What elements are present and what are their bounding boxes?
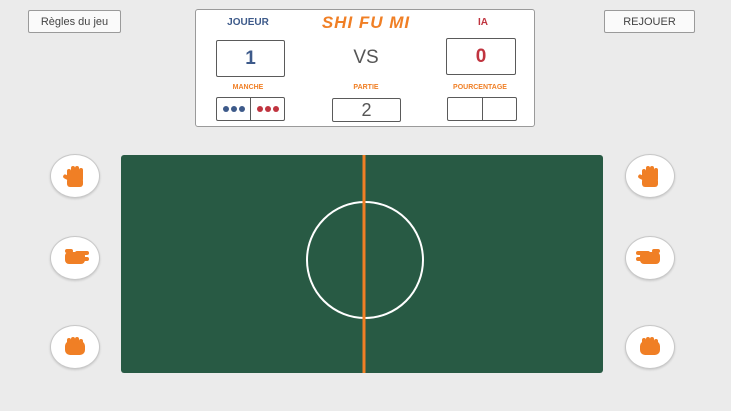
ai-rock-indicator [625, 325, 675, 369]
player-paper-button[interactable] [50, 154, 100, 198]
ai-label: IA [478, 17, 488, 28]
game-label: PARTIE [353, 84, 379, 91]
rock-hand-icon [65, 337, 85, 355]
ai-score: 0 [446, 38, 516, 75]
game-number: 2 [332, 98, 401, 122]
paper-hand-icon [637, 166, 658, 187]
play-field [121, 155, 603, 373]
ai-round-dot [256, 106, 263, 112]
player-label: JOUEUR [227, 17, 269, 28]
percentage-right [483, 98, 517, 120]
ai-round-dot [272, 106, 279, 112]
ai-rounds [251, 98, 284, 120]
round-label: MANCHE [232, 84, 264, 91]
player-score: 1 [216, 40, 285, 77]
player-scissors-button[interactable] [50, 236, 100, 280]
player-rounds [217, 98, 251, 120]
ai-round-dot [264, 106, 271, 112]
percentage-label: POURCENTAGE [453, 84, 507, 91]
ai-scissors-indicator [625, 236, 675, 280]
scissors-hand-icon [65, 249, 89, 264]
paper-hand-icon [62, 166, 83, 187]
percentage-box [447, 97, 517, 121]
player-round-dot [238, 106, 245, 112]
vs-label: VS [353, 47, 379, 68]
percentage-left [448, 98, 483, 120]
round-indicator [216, 97, 285, 121]
player-rock-button[interactable] [50, 325, 100, 369]
player-round-dot [230, 106, 237, 112]
logo-text: SHI FU MI [321, 13, 411, 32]
scoreboard: JOUEUR SHI FU MI IA 1 VS 0 MANCHE PARTIE… [195, 9, 535, 127]
rock-hand-icon [640, 337, 660, 355]
replay-button[interactable]: REJOUER [604, 10, 695, 33]
rules-button[interactable]: Règles du jeu [28, 10, 121, 33]
ai-paper-indicator [625, 154, 675, 198]
scissors-hand-icon [636, 249, 660, 264]
field-markings [306, 155, 424, 373]
player-round-dot [222, 106, 229, 112]
